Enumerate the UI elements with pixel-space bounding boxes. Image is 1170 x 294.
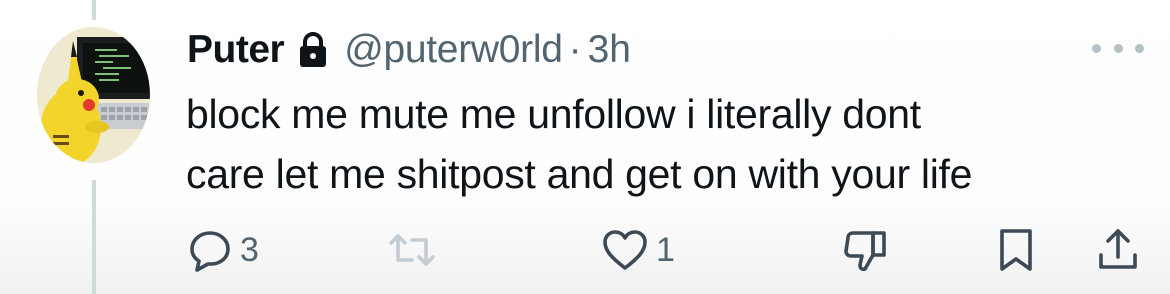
thumbs-down-icon xyxy=(844,231,886,272)
bookmark-icon xyxy=(1000,229,1032,271)
more-options-button[interactable] xyxy=(1092,36,1144,60)
like-count: 1 xyxy=(656,230,675,269)
more-dots-icon xyxy=(1135,43,1144,53)
tweet-header: Puter @puterw0rld · 3h xyxy=(187,24,631,76)
bookmark-button[interactable] xyxy=(996,222,1036,278)
retweet-button xyxy=(388,222,436,278)
share-upload-icon xyxy=(1099,229,1137,269)
lock-icon xyxy=(298,32,328,68)
action-bar: 3 1 xyxy=(0,222,1170,278)
timestamp[interactable]: 3h xyxy=(588,28,631,72)
dislike-button[interactable] xyxy=(843,222,889,278)
author-name[interactable]: Puter xyxy=(187,28,285,72)
reply-count: 3 xyxy=(240,230,259,269)
tweet-card[interactable]: Puter @puterw0rld · 3h block me mute me … xyxy=(0,0,1170,294)
reply-button[interactable]: 3 xyxy=(188,222,259,278)
more-dots-icon xyxy=(1113,43,1123,53)
more-dots-icon xyxy=(1092,43,1101,53)
heart-icon xyxy=(603,230,647,270)
avatar[interactable] xyxy=(37,27,150,163)
share-button[interactable] xyxy=(1096,222,1140,278)
tweet-text-line: care let me shitpost and get on with you… xyxy=(186,151,973,197)
tweet-text-line: block me mute me unfollow i literally do… xyxy=(186,91,921,137)
author-handle[interactable]: @puterw0rld xyxy=(344,28,563,72)
speech-bubble-icon xyxy=(190,231,230,272)
thread-line-top xyxy=(92,0,96,20)
tweet-text: block me mute me unfollow i literally do… xyxy=(186,84,1146,204)
retweet-arrows-icon xyxy=(389,234,435,266)
avatar-image xyxy=(37,27,150,163)
separator-dot: · xyxy=(568,28,582,71)
like-button[interactable]: 1 xyxy=(602,222,675,278)
